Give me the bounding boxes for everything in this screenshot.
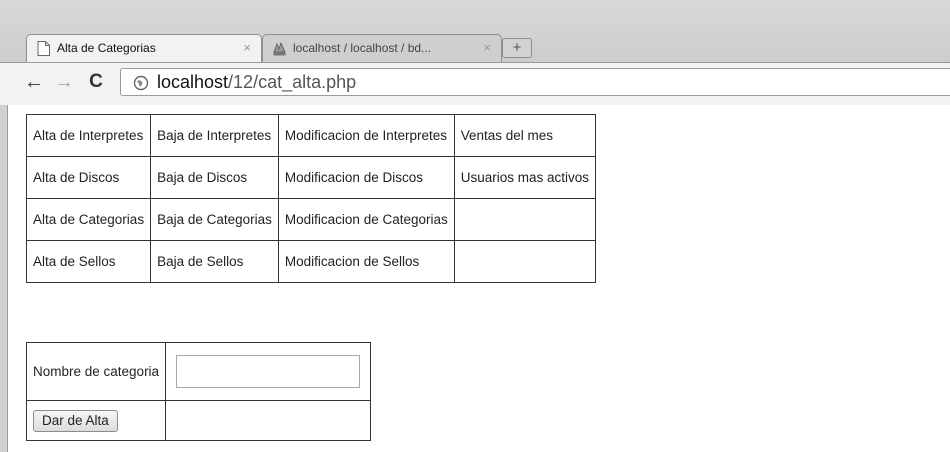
forward-button[interactable]: →: [52, 70, 76, 94]
tab-phpmyadmin[interactable]: localhost / localhost / bd... ×: [262, 34, 502, 62]
close-tab-icon[interactable]: ×: [483, 35, 491, 61]
menu-cell: Modificacion de Categorias: [277, 198, 455, 241]
menu-link[interactable]: Usuarios mas activos: [461, 170, 589, 185]
empty-cell: [166, 401, 371, 441]
close-tab-icon[interactable]: ×: [243, 35, 251, 61]
menu-link[interactable]: Modificacion de Sellos: [285, 254, 419, 269]
form-row: Nombre de categoria: [25, 342, 372, 401]
menu-link[interactable]: Modificacion de Discos: [285, 170, 423, 185]
menu-link[interactable]: Baja de Interpretes: [157, 128, 271, 143]
window-frame: [0, 105, 8, 452]
menu-cell: Baja de Categorias: [150, 198, 279, 241]
menu-row: Alta de Interpretes Baja de Interpretes Mo…: [25, 114, 597, 157]
submit-cell: Dar de Alta: [25, 400, 167, 441]
menu-link[interactable]: Modificacion de Categorias: [285, 212, 448, 227]
category-name-input[interactable]: [176, 355, 361, 388]
admin-menu-table: Alta de Interpretes Baja de Interpretes Mo…: [25, 114, 597, 283]
menu-cell: [453, 240, 597, 283]
category-name-label: Nombre de categoria: [25, 342, 167, 401]
form-row: Dar de Alta: [25, 400, 371, 441]
page-icon: [37, 41, 50, 56]
globe-icon: [133, 75, 149, 91]
menu-cell: Modificacion de Discos: [277, 156, 455, 199]
menu-link[interactable]: Alta de Discos: [33, 170, 119, 185]
dar-de-alta-button[interactable]: Dar de Alta: [33, 409, 118, 432]
menu-link[interactable]: Ventas del mes: [461, 128, 553, 143]
toolbar: ← → C localhost/12/cat_alta.php: [0, 62, 950, 105]
tab-alta-de-categorias[interactable]: Alta de Categorias ×: [26, 34, 262, 62]
menu-cell: Modificacion de Interpretes: [277, 114, 455, 157]
menu-link[interactable]: Alta de Interpretes: [33, 128, 143, 143]
menu-cell: Baja de Discos: [150, 156, 279, 199]
menu-cell: Alta de Interpretes: [25, 114, 152, 157]
menu-cell: Ventas del mes: [453, 114, 597, 157]
menu-row: Alta de Categorias Baja de Categorias Modi…: [25, 198, 597, 241]
menu-cell: Baja de Sellos: [150, 240, 279, 283]
back-button[interactable]: ←: [22, 70, 46, 94]
menu-cell: Usuarios mas activos: [453, 156, 597, 199]
menu-cell: Alta de Sellos: [25, 240, 152, 283]
menu-cell: Modificacion de Sellos: [277, 240, 455, 283]
tab-title: Alta de Categorias: [57, 41, 156, 55]
url-path: /12/cat_alta.php: [228, 72, 357, 92]
address-bar[interactable]: localhost/12/cat_alta.php: [120, 68, 950, 96]
new-tab-button[interactable]: +: [502, 38, 532, 58]
menu-row: Alta de Discos Baja de Discos Modificacion…: [25, 156, 597, 199]
menu-cell: [453, 198, 597, 241]
menu-link[interactable]: Baja de Discos: [157, 170, 247, 185]
tab-strip: Alta de Categorias × localhost / localho…: [0, 0, 950, 62]
menu-cell: Alta de Categorias: [25, 198, 152, 241]
menu-link[interactable]: Baja de Categorias: [157, 212, 272, 227]
menu-cell: Baja de Interpretes: [150, 114, 279, 157]
category-form: Nombre de categoria Dar de Alta: [25, 342, 372, 441]
phpmyadmin-icon: [273, 41, 286, 56]
menu-row: Alta de Sellos Baja de Sellos Modificacion…: [25, 240, 597, 283]
menu-cell: Alta de Discos: [25, 156, 152, 199]
menu-link[interactable]: Modificacion de Interpretes: [285, 128, 447, 143]
tab-title: localhost / localhost / bd...: [293, 41, 432, 55]
reload-button[interactable]: C: [84, 70, 108, 94]
menu-link[interactable]: Baja de Sellos: [157, 254, 243, 269]
input-cell: [165, 342, 372, 401]
url-text: localhost/12/cat_alta.php: [157, 71, 356, 93]
menu-link[interactable]: Alta de Sellos: [33, 254, 116, 269]
menu-link[interactable]: Alta de Categorias: [33, 212, 144, 227]
url-host: localhost: [157, 72, 229, 92]
browser-chrome: Alta de Categorias × localhost / localho…: [0, 0, 950, 105]
